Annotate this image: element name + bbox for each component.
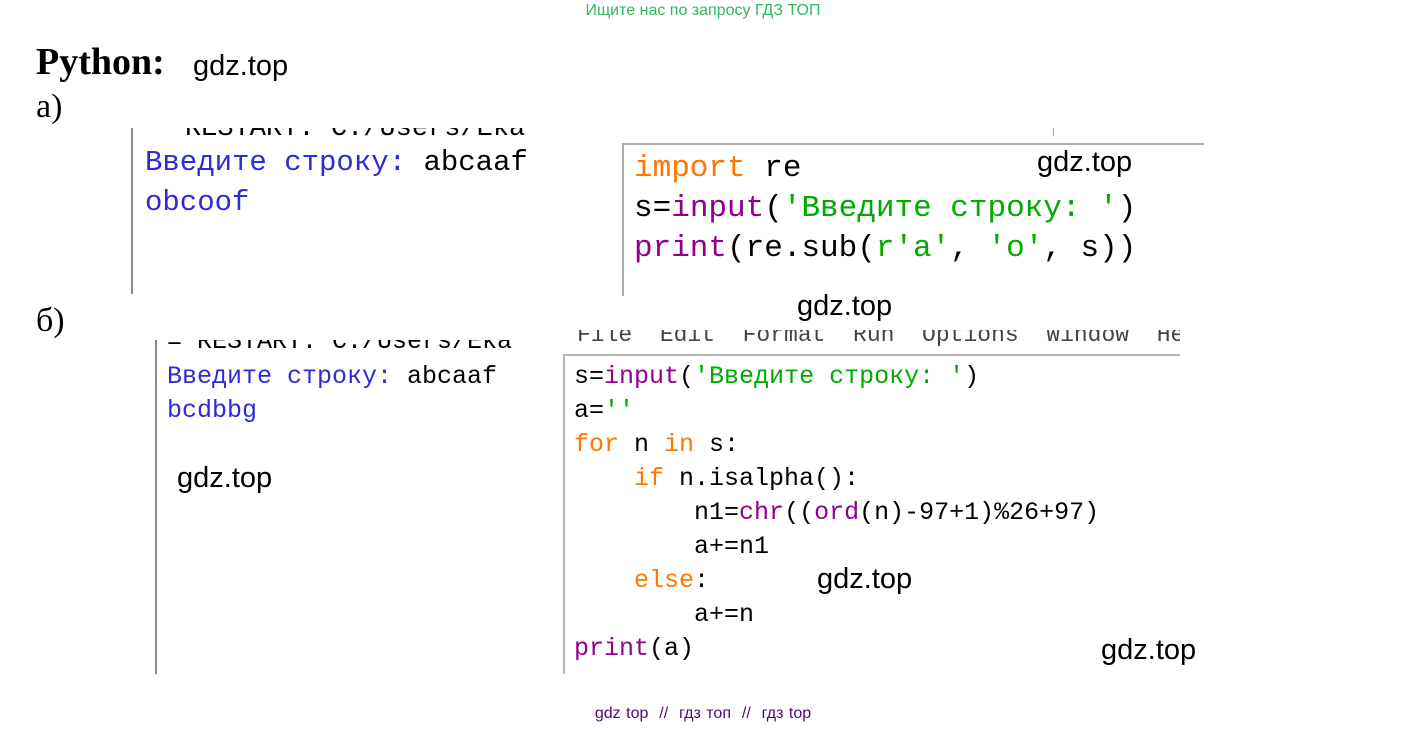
string-literal: 'Введите строку: ' bbox=[782, 191, 1118, 226]
shell-input-line: Введите строку: abcaaf bbox=[167, 362, 497, 391]
code-text: ) bbox=[964, 362, 980, 391]
watermark: gdz.top bbox=[797, 290, 893, 322]
shell-user-input: abcaaf bbox=[407, 362, 498, 391]
builtin-fn: ord bbox=[814, 498, 860, 527]
code-text: (( bbox=[784, 498, 815, 527]
code-text: n bbox=[619, 430, 665, 459]
shell-window-a: RESTART: C:/Users/Eka Введите строку: ab… bbox=[131, 128, 628, 294]
page-heading: Python: bbox=[36, 41, 165, 83]
keyword: in bbox=[664, 430, 695, 459]
watermark: gdz.top bbox=[1101, 634, 1197, 666]
code-line-2: s=input('Введите строку: ') bbox=[634, 191, 1136, 226]
string-literal: 'Введите строку: ' bbox=[694, 362, 965, 391]
editor-menubar: File Edit Format Run Options Window He bbox=[577, 330, 1180, 348]
code-text: a+=n1 bbox=[694, 532, 770, 561]
code-line-5: n1=chr((ord(n)-97+1)%26+97) bbox=[574, 498, 1099, 527]
code-text: (re.sub( bbox=[727, 231, 876, 266]
builtin-fn: chr bbox=[739, 498, 785, 527]
code-line-6: a+=n1 bbox=[574, 532, 769, 561]
shell-input-line: Введите строку: abcaaf bbox=[145, 146, 528, 179]
code-text: , bbox=[950, 231, 988, 266]
watermark: gdz.top bbox=[817, 563, 913, 595]
shell-output-line: obcoof bbox=[145, 186, 250, 219]
code-text: n.isalpha(): bbox=[664, 464, 860, 493]
code-line-2: a='' bbox=[574, 396, 634, 425]
string-literal: r'a' bbox=[875, 231, 951, 266]
code-text: ( bbox=[764, 191, 783, 226]
watermark: gdz.top bbox=[193, 50, 289, 82]
shell-user-input: abcaaf bbox=[423, 146, 528, 179]
search-hint-banner: Ищите нас по запросу ГДЗ ТОП bbox=[585, 2, 821, 19]
footer-watermark: gdz top // гдз топ // гдз top bbox=[594, 705, 812, 722]
builtin-fn: print bbox=[634, 231, 728, 266]
code-line-9: print(a) bbox=[574, 634, 694, 663]
keyword: for bbox=[574, 430, 620, 459]
menubar-divider bbox=[563, 354, 1180, 356]
keyword: import bbox=[634, 151, 746, 186]
code-text: ( bbox=[679, 362, 695, 391]
shell-output-line: bcdbbg bbox=[167, 396, 258, 425]
code-text: a= bbox=[574, 396, 605, 425]
code-line-1: import re bbox=[634, 151, 801, 186]
code-text: s= bbox=[574, 362, 605, 391]
code-text: n1= bbox=[694, 498, 740, 527]
shell-window-b: = RESTART: C:/Users/Eka Введите строку: … bbox=[155, 340, 569, 674]
code-text: re bbox=[745, 151, 802, 186]
code-line-8: a+=n bbox=[574, 600, 754, 629]
code-text: a+=n bbox=[694, 600, 755, 629]
code-text: s= bbox=[634, 191, 672, 226]
code-text: (n)-97+1)%26+97) bbox=[859, 498, 1100, 527]
code-text: s: bbox=[694, 430, 740, 459]
part-a-label: а) bbox=[36, 88, 63, 125]
builtin-fn: print bbox=[574, 634, 650, 663]
builtin-fn: input bbox=[604, 362, 680, 391]
code-line-3: for n in s: bbox=[574, 430, 739, 459]
shell-prompt: Введите строку: bbox=[145, 146, 424, 179]
builtin-fn: input bbox=[671, 191, 765, 226]
code-text: ) bbox=[1117, 191, 1137, 226]
editor-window-b: File Edit Format Run Options Window He s… bbox=[563, 330, 1180, 674]
watermark: gdz.top bbox=[177, 462, 273, 494]
code-text: : bbox=[694, 566, 710, 595]
code-text: , s)) bbox=[1043, 231, 1137, 266]
editor-left-border bbox=[563, 354, 565, 674]
editor-edge-mark bbox=[1053, 128, 1054, 136]
string-literal: 'o' bbox=[987, 231, 1044, 266]
string-literal: '' bbox=[604, 396, 635, 425]
keyword: else bbox=[634, 566, 695, 595]
code-line-4: if n.isalpha(): bbox=[574, 464, 859, 493]
watermark: gdz.top bbox=[1037, 146, 1133, 178]
code-text: (a) bbox=[649, 634, 695, 663]
code-line-1: s=input('Введите строку: ') bbox=[574, 362, 979, 391]
shell-restart-line: RESTART: C:/Users/Eka bbox=[185, 128, 526, 144]
part-b-label: б) bbox=[36, 302, 65, 339]
shell-prompt: Введите строку: bbox=[167, 362, 408, 391]
shell-restart-line: = RESTART: C:/Users/Eka bbox=[167, 340, 513, 356]
editor-top-edge bbox=[622, 128, 1202, 144]
code-line-7: else: bbox=[574, 566, 709, 595]
keyword: if bbox=[634, 464, 665, 493]
code-line-3: print(re.sub(r'a', 'o', s)) bbox=[634, 231, 1136, 266]
